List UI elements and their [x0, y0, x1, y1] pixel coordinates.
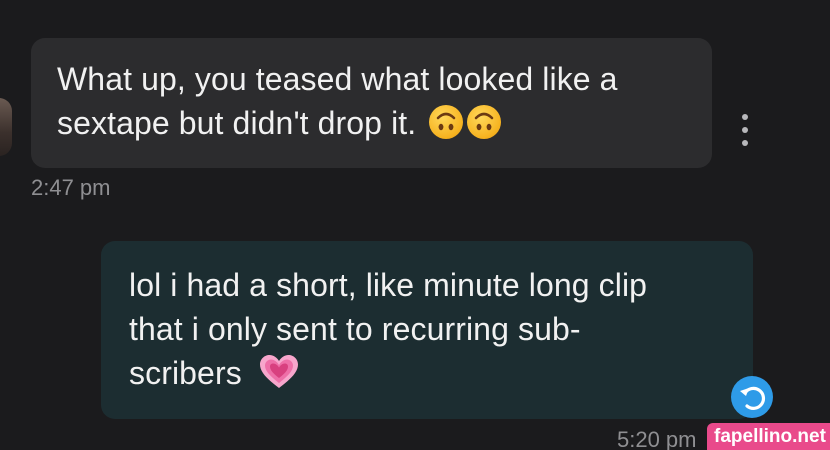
upside-down-face-emoji [429, 105, 464, 139]
message-line-text: sextape but didn't drop it. [57, 105, 417, 141]
message-line: lol i had a short, like minute long clip [129, 267, 648, 303]
outgoing-message-bubble[interactable]: lol i had a short, like minute long clip… [101, 241, 753, 419]
growing-heart-emoji [259, 354, 299, 401]
sender-avatar[interactable] [0, 98, 12, 156]
upside-down-face-emoji [467, 105, 502, 139]
incoming-timestamp: 2:47 pm [31, 175, 111, 200]
message-line-text: scribers [129, 355, 242, 391]
message-line: scribers [129, 351, 727, 401]
message-line: What up, you teased what looked like a [57, 61, 618, 97]
chat-screen: What up, you teased what looked like a s… [0, 0, 830, 450]
outgoing-timestamp: 5:20 pm [617, 427, 697, 450]
watermark-label: fapellino.net [707, 423, 830, 450]
message-line: that i only sent to recurring sub- [129, 311, 581, 347]
incoming-message-bubble[interactable]: What up, you teased what looked like a s… [31, 38, 712, 168]
more-vertical-icon[interactable] [735, 113, 755, 147]
undo-arrow-icon[interactable] [731, 376, 773, 418]
message-line: sextape but didn't drop it. [57, 101, 686, 145]
